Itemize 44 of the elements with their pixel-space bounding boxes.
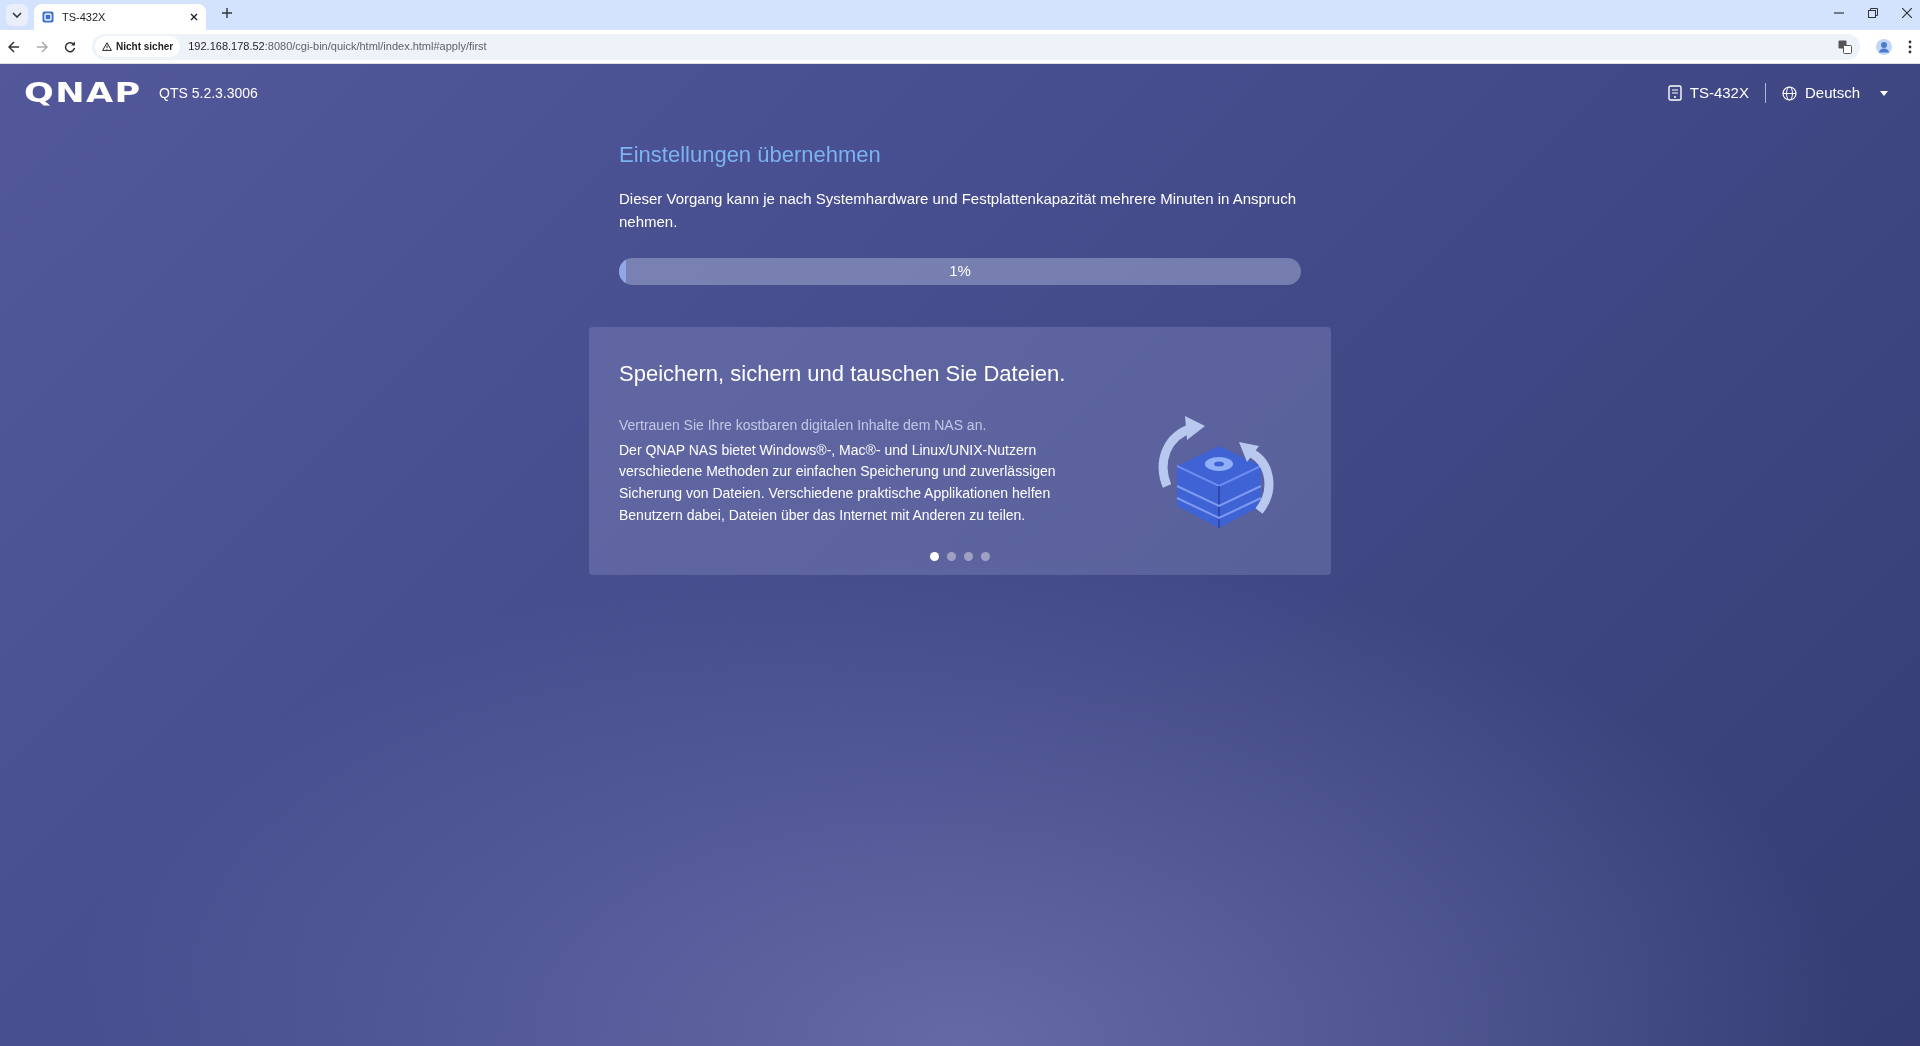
slide-lead-text: Vertrauen Sie Ihre kostbaren digitalen Inhalte dem NAS an.	[619, 415, 988, 435]
nas-device-icon	[1667, 85, 1682, 101]
restore-button[interactable]	[1868, 8, 1878, 18]
slide-title: Speichern, sichern und tauschen Sie Dateien.	[619, 359, 1067, 388]
back-button[interactable]	[8, 40, 20, 53]
new-tab-button[interactable]	[222, 8, 232, 18]
restore-icon	[1868, 8, 1878, 18]
arrow-right-icon	[36, 40, 48, 53]
device-name: TS-432X	[1667, 81, 1749, 105]
tab-title: TS-432X	[62, 9, 107, 25]
more-menu-button[interactable]	[1908, 39, 1912, 54]
close-icon	[1902, 8, 1912, 18]
browser-tab[interactable]: TS-432X	[34, 4, 206, 30]
caret-down-icon	[1880, 90, 1888, 96]
favicon-icon	[42, 11, 54, 23]
tab-list-button[interactable]	[6, 4, 28, 26]
url-text[interactable]: 192.168.178.52:8080/cgi-bin/quick/html/index.html#apply/first	[188, 38, 487, 55]
warning-icon	[102, 42, 112, 51]
page-title: Einstellungen übernehmen	[619, 141, 882, 169]
arrow-left-icon	[8, 40, 20, 53]
version-text: QTS 5.2.3.3006	[159, 83, 258, 103]
carousel-dot[interactable]	[981, 551, 990, 561]
close-icon	[190, 13, 198, 21]
kebab-menu-icon	[1908, 39, 1912, 54]
reload-icon	[64, 40, 76, 53]
close-tab-button[interactable]	[190, 13, 198, 21]
carousel-dot[interactable]	[930, 551, 939, 561]
profile-button[interactable]	[1876, 38, 1892, 55]
profile-icon	[1876, 38, 1892, 55]
description-text: Dieser Vorgang kann je nach Systemhardware und Festplattenkapazität mehrere Minuten in Anspruch nehmen.	[619, 189, 1298, 233]
globe-icon	[1781, 85, 1797, 101]
translate-icon	[1838, 39, 1852, 54]
slide-body-text: Der QNAP NAS bietet Windows®-, Mac®- und Linux/UNIX-Nutzern verschiedene Methoden zur einfachen Speicherung und zuverlässigen Sicherung von Dateien. Verschiedene praktische Applikationen helfen Benutzern dabei, Dateien über das Internet mit Anderen zu teilen.	[619, 440, 1057, 525]
carousel-dot[interactable]	[964, 551, 973, 561]
translate-button[interactable]	[1838, 39, 1852, 54]
reload-button[interactable]	[64, 40, 76, 53]
carousel-dot[interactable]	[947, 551, 956, 561]
qnap-logo: QNAP	[24, 80, 142, 106]
chevron-down-icon	[12, 12, 22, 18]
security-chip[interactable]: Nicht sicher	[95, 36, 181, 57]
progress-percent: 1%	[949, 260, 971, 281]
plus-icon	[222, 8, 232, 18]
close-window-button[interactable]	[1902, 8, 1912, 18]
language-selector[interactable]: Deutsch	[1781, 81, 1888, 105]
